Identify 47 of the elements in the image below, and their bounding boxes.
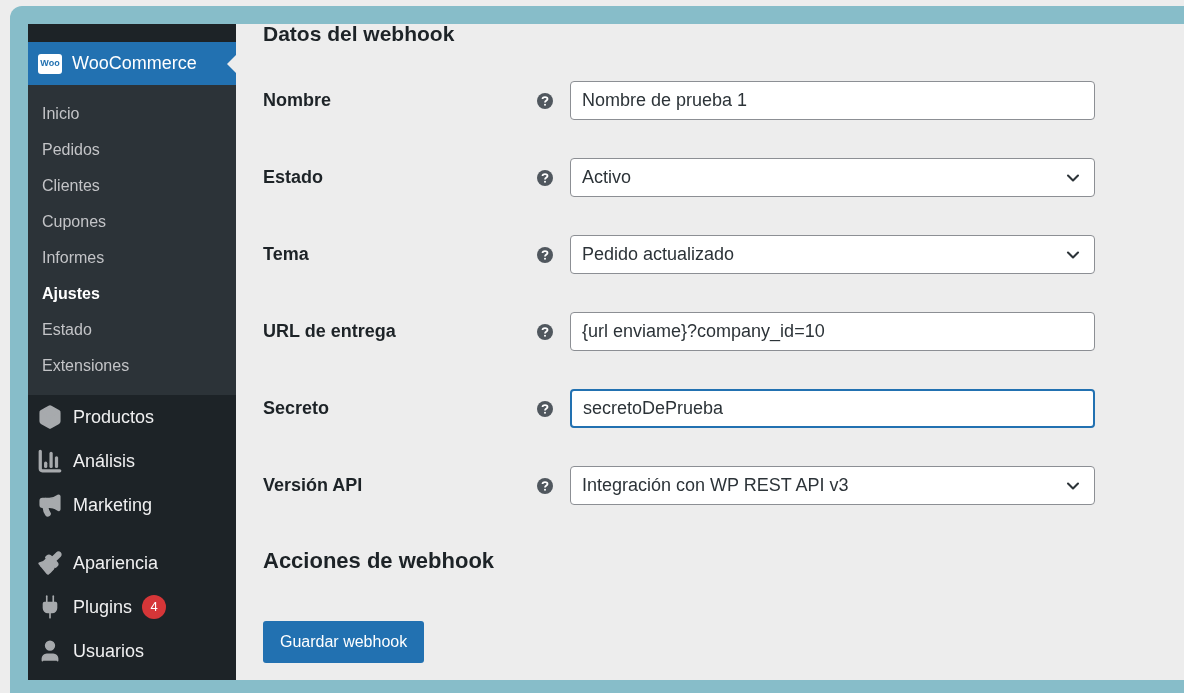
submenu-item[interactable]: Pedidos: [28, 132, 236, 168]
menu-item[interactable]: Apariencia: [28, 541, 236, 585]
menu-item[interactable]: Marketing: [28, 483, 236, 527]
paintbrush-icon: [37, 550, 63, 576]
menu-label: Plugins: [73, 595, 133, 619]
submenu-item[interactable]: Informes: [28, 240, 236, 276]
help-icon[interactable]: [537, 400, 553, 417]
help-icon[interactable]: [537, 477, 553, 494]
menu-item[interactable]: Productos: [28, 395, 236, 439]
sidebar-item[interactable]: Woo WooCommerce: [28, 42, 236, 85]
input-field[interactable]: {url enviame}?company_id=10: [570, 312, 1095, 351]
menu-label: Productos: [73, 405, 155, 429]
select-field[interactable]: Pedido actualizado: [570, 235, 1095, 274]
submenu-item[interactable]: Clientes: [28, 168, 236, 204]
input-field[interactable]: secretoDePrueba: [570, 389, 1095, 428]
help-icon[interactable]: [537, 169, 553, 186]
field-label: Estado: [263, 166, 324, 189]
help-icon[interactable]: [537, 246, 553, 263]
field-label: Nombre: [263, 89, 332, 112]
section-heading: Acciones de webhook: [263, 547, 496, 575]
field-label: URL de entrega: [263, 320, 397, 343]
megaphone-icon: [37, 492, 63, 518]
field-label: Tema: [263, 243, 310, 266]
update-count-badge: 4: [142, 595, 167, 619]
help-icon[interactable]: [537, 92, 553, 109]
submenu-item[interactable]: Ajustes: [28, 276, 236, 312]
menu-label: Marketing: [73, 493, 153, 517]
select-field[interactable]: Activo: [570, 158, 1095, 197]
section-heading: Datos del webhook: [263, 24, 456, 44]
field-label: Secreto: [263, 397, 331, 420]
select-field[interactable]: Integración con WP REST API v3: [570, 466, 1095, 505]
menu-label: Usuarios: [73, 639, 145, 663]
submenu-item[interactable]: Cupones: [28, 204, 236, 240]
submenu-item[interactable]: Estado: [28, 312, 236, 348]
input-field[interactable]: Nombre de prueba 1: [570, 81, 1095, 120]
logo-icon: Woo: [38, 53, 62, 74]
menu-item[interactable]: Plugins 4: [28, 585, 236, 629]
menu-label: Apariencia: [73, 551, 159, 575]
menu-item[interactable]: Usuarios: [28, 629, 236, 673]
menu-item[interactable]: Análisis: [28, 439, 236, 483]
menu-label: Análisis: [73, 449, 136, 473]
help-icon[interactable]: [537, 323, 553, 340]
submenu-item[interactable]: Inicio: [28, 96, 236, 132]
save-button[interactable]: Guardar webhook: [263, 621, 425, 663]
bar-chart-icon: [37, 448, 63, 474]
submenu-item[interactable]: Extensiones: [28, 348, 236, 384]
field-label: Versión API: [263, 474, 364, 497]
